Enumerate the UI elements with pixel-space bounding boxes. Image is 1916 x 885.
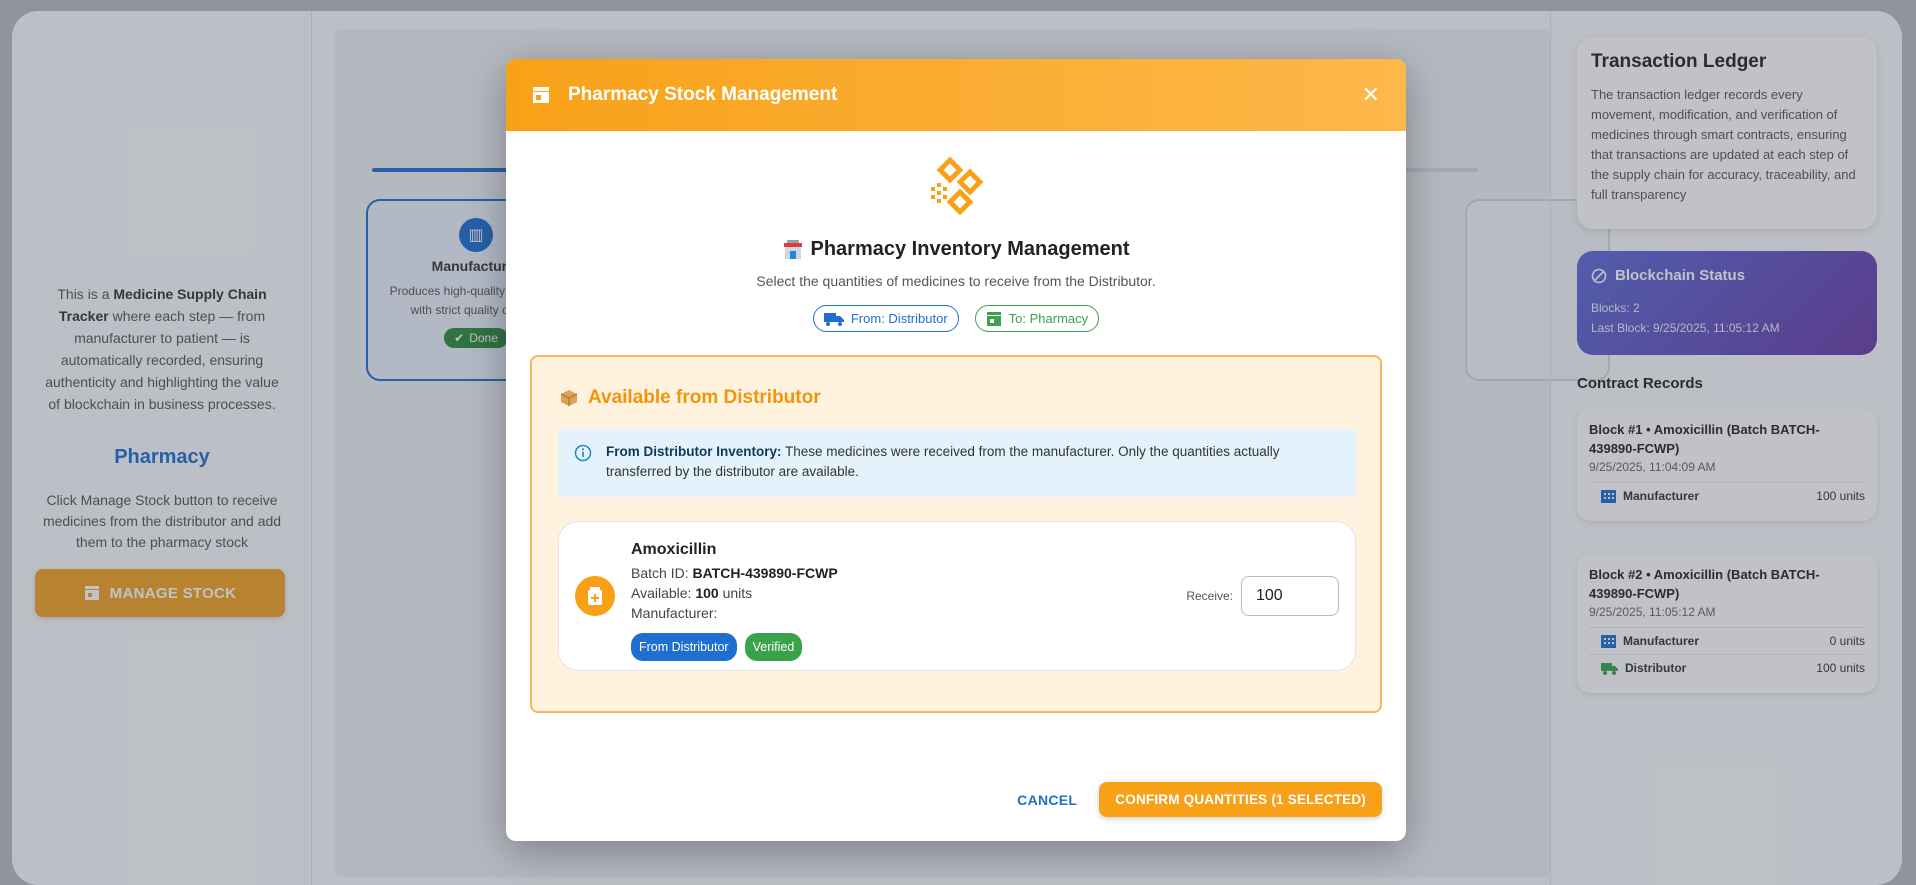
medicine-name: Amoxicillin — [631, 541, 717, 558]
receive-label: Receive: — [1186, 589, 1233, 603]
hero-subtitle: Select the quantities of medicines to re… — [756, 273, 1156, 289]
package-icon — [560, 390, 578, 406]
medicine-info: Amoxicillin Batch ID: BATCH-439890-FCWP … — [631, 540, 838, 661]
stock-management-dialog: Pharmacy Stock Management ✕ Pharmacy Inv… — [506, 59, 1406, 841]
store-icon — [986, 311, 1001, 326]
manufacturer-label: Manufacturer: — [631, 605, 718, 621]
available-section: Available from Distributor From Distribu… — [530, 355, 1382, 713]
dialog-actions: CANCEL CONFIRM QUANTITIES (1 SELECTED) — [1011, 782, 1382, 817]
dialog-hero: Pharmacy Inventory Management Select the… — [506, 156, 1406, 332]
receive-quantity-input[interactable] — [1241, 576, 1339, 616]
truck-icon — [823, 312, 844, 326]
info-icon — [574, 444, 592, 462]
medication-icon — [575, 576, 615, 616]
section-title: Available from Distributor — [560, 387, 821, 409]
close-icon[interactable]: ✕ — [1362, 82, 1380, 108]
dialog-header: Pharmacy Stock Management ✕ — [506, 59, 1406, 131]
dialog-title: Pharmacy Stock Management — [568, 84, 838, 105]
from-chip: From: Distributor — [812, 305, 959, 332]
available-qty: Available: 100 units — [631, 585, 753, 601]
hero-title: Pharmacy Inventory Management — [506, 238, 1406, 261]
qr-code-icon — [931, 156, 984, 216]
pharmacy-store-icon — [783, 239, 802, 259]
medicine-badges: From Distributor Verified — [631, 633, 838, 661]
batch-id: Batch ID: BATCH-439890-FCWP — [631, 565, 838, 581]
cancel-button[interactable]: CANCEL — [1011, 784, 1083, 816]
confirm-quantities-button[interactable]: CONFIRM QUANTITIES (1 SELECTED) — [1099, 782, 1382, 817]
medicine-card: Amoxicillin Batch ID: BATCH-439890-FCWP … — [558, 521, 1356, 671]
to-chip: To: Pharmacy — [974, 305, 1100, 332]
receive-control: Receive: — [1186, 576, 1339, 616]
info-alert: From Distributor Inventory: These medici… — [558, 429, 1356, 497]
verified-badge: Verified — [744, 633, 803, 661]
route-chips: From: Distributor To: Pharmacy — [506, 305, 1406, 332]
store-icon — [533, 87, 549, 103]
from-distributor-badge: From Distributor — [631, 633, 737, 661]
